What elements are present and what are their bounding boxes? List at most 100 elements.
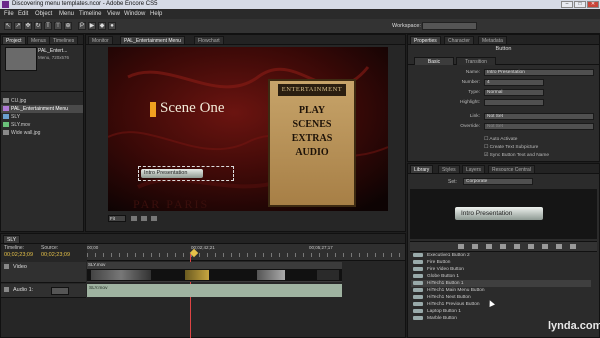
list-item[interactable]: Laptop Button 1 bbox=[411, 308, 591, 315]
text-subpicture-checkbox[interactable]: ☐ Create Text Subpicture bbox=[484, 145, 538, 150]
show-menus-icon[interactable] bbox=[458, 244, 464, 249]
source-timecode[interactable]: 00;02;23;09 bbox=[41, 252, 70, 258]
preview-desc: Menu, 720x576 bbox=[38, 55, 70, 60]
link-label: Link: bbox=[469, 114, 480, 119]
video-track-header: Video bbox=[1, 262, 86, 283]
tab-menu-editor[interactable]: PAL_Entertainment Menu bbox=[120, 36, 185, 44]
tab-styles[interactable]: Styles bbox=[438, 165, 460, 173]
close-button[interactable]: ✕ bbox=[587, 1, 599, 8]
highlight-label: Highlight: bbox=[460, 100, 480, 105]
button-item-icon bbox=[413, 252, 423, 257]
place-icon[interactable] bbox=[542, 244, 548, 249]
edit-in-photoshop-icon[interactable]: P bbox=[78, 22, 86, 30]
show-buttons-icon[interactable] bbox=[472, 244, 478, 249]
video-clip[interactable]: SLY.mov bbox=[87, 262, 342, 282]
type-select[interactable]: Normal bbox=[484, 89, 544, 96]
list-item[interactable]: Globe Button 1 bbox=[411, 273, 591, 280]
set-label: Set: bbox=[448, 179, 457, 185]
list-item[interactable]: Wide wall.jpg bbox=[3, 129, 40, 137]
tab-properties[interactable]: Properties bbox=[410, 36, 441, 44]
list-item[interactable]: Fire Button bbox=[411, 259, 591, 266]
speaker-icon[interactable] bbox=[4, 287, 9, 292]
menu-window[interactable]: Window bbox=[124, 11, 145, 17]
list-item[interactable]: HiTech1 Previous Button bbox=[411, 301, 591, 308]
list-item[interactable]: SLY bbox=[3, 113, 20, 121]
timeline-timecode[interactable]: 00;02;23;09 bbox=[4, 252, 33, 258]
rotate-tool-icon[interactable]: ↻ bbox=[34, 22, 42, 30]
time-ruler[interactable]: 00;00 00;02;42;21 00;05;27;17 bbox=[87, 244, 405, 261]
menu-item-play[interactable]: PLAY bbox=[268, 104, 356, 118]
sync-button-name-checkbox[interactable]: ☑ Sync Button Text and Name bbox=[484, 153, 549, 158]
move-tool-icon[interactable]: ✥ bbox=[24, 22, 32, 30]
auto-activate-checkbox[interactable]: ☐ Auto Activate bbox=[484, 137, 517, 142]
tab-menus[interactable]: Menus bbox=[27, 36, 51, 44]
workspace-select[interactable] bbox=[422, 22, 477, 30]
zoom-select[interactable]: Fit bbox=[108, 215, 126, 222]
menu-item-extras[interactable]: EXTRAS bbox=[268, 132, 356, 146]
menu-file[interactable]: File bbox=[4, 11, 14, 17]
tab-layers[interactable]: Layers bbox=[462, 165, 486, 173]
audio-track-header: Audio 1: bbox=[1, 284, 86, 298]
name-field[interactable]: Intro Presentation bbox=[484, 69, 594, 76]
build-icon[interactable]: ● bbox=[108, 22, 116, 30]
safe-area-icon[interactable] bbox=[131, 216, 137, 221]
preview-button: Intro Presentation bbox=[455, 207, 543, 220]
menu-canvas[interactable]: ENTERTAINMENT PLAY SCENES EXTRAS AUDIO S… bbox=[108, 47, 388, 211]
intro-presentation-button[interactable]: Intro Presentation bbox=[141, 169, 203, 178]
show-images-icon[interactable] bbox=[486, 244, 492, 249]
vertical-text-tool-icon[interactable]: ⊤ bbox=[54, 22, 62, 30]
menu-help[interactable]: Help bbox=[150, 11, 162, 17]
source-label: Source: bbox=[41, 245, 59, 251]
tab-flowchart[interactable]: Flowchart bbox=[194, 36, 224, 44]
list-item[interactable]: SLY.mov bbox=[3, 121, 30, 129]
audio-language-select[interactable] bbox=[51, 287, 69, 295]
menu-view[interactable]: View bbox=[107, 11, 120, 17]
show-routing-icon[interactable] bbox=[141, 216, 147, 221]
text-tool-icon[interactable]: T bbox=[44, 22, 52, 30]
link-field[interactable]: Not Set bbox=[484, 113, 594, 120]
render-icon[interactable]: ◆ bbox=[98, 22, 106, 30]
menu-menu[interactable]: Menu bbox=[59, 11, 74, 17]
replace-icon[interactable] bbox=[556, 244, 562, 249]
menu-item-scenes[interactable]: SCENES bbox=[268, 118, 356, 132]
preview-icon[interactable]: ▶ bbox=[88, 22, 96, 30]
tab-transition[interactable]: Transition bbox=[456, 57, 496, 65]
delete-icon[interactable] bbox=[570, 244, 576, 249]
tab-project[interactable]: Project bbox=[2, 36, 26, 44]
menu-object[interactable]: Object bbox=[35, 11, 52, 17]
tab-timelines[interactable]: Timelines bbox=[49, 36, 79, 44]
list-item[interactable]: Fire Video Button bbox=[411, 266, 591, 273]
list-item[interactable]: HiTech1 Main Menu Button bbox=[411, 287, 591, 294]
zoom-tool-icon[interactable]: ⊕ bbox=[64, 22, 72, 30]
tab-resource-central[interactable]: Resource Central bbox=[488, 165, 535, 173]
tab-library[interactable]: Library bbox=[410, 165, 434, 173]
number-select[interactable]: 4 bbox=[484, 79, 544, 86]
tab-character[interactable]: Character bbox=[444, 36, 474, 44]
menu-edit[interactable]: Edit bbox=[18, 11, 28, 17]
minimize-button[interactable]: – bbox=[561, 1, 573, 8]
video-clip-label: SLY.mov bbox=[88, 262, 106, 267]
maximize-button[interactable]: □ bbox=[574, 1, 586, 8]
highlight-select[interactable] bbox=[484, 99, 544, 106]
menu-item-audio[interactable]: AUDIO bbox=[268, 146, 356, 160]
list-item[interactable]: HiTech1 Button 1 bbox=[411, 280, 591, 287]
tab-sly[interactable]: SLY bbox=[3, 235, 21, 243]
track-visibility-icon[interactable] bbox=[4, 264, 9, 269]
direct-select-tool-icon[interactable]: ↗ bbox=[14, 22, 22, 30]
override-field[interactable]: Not Set bbox=[484, 123, 594, 130]
audio-clip[interactable]: SLY.mov bbox=[87, 284, 342, 297]
tab-metadata[interactable]: Metadata bbox=[478, 36, 507, 44]
list-item[interactable]: PAL_Entertainment Menu bbox=[1, 105, 83, 113]
menu-timeline[interactable]: Timeline bbox=[79, 11, 101, 17]
selection-tool-icon[interactable]: ↖ bbox=[4, 22, 12, 30]
tab-monitor[interactable]: Monitor bbox=[88, 36, 113, 44]
list-item[interactable]: HiTech1 Next Button bbox=[411, 294, 591, 301]
show-text-icon[interactable] bbox=[500, 244, 506, 249]
list-item[interactable]: Executive1 Button 2 bbox=[411, 252, 591, 259]
new-folder-icon[interactable] bbox=[514, 244, 520, 249]
set-select[interactable]: Corporate bbox=[463, 178, 533, 185]
list-item[interactable]: CU.jpg bbox=[3, 97, 26, 105]
new-item-icon[interactable] bbox=[528, 244, 534, 249]
tab-basic[interactable]: Basic bbox=[414, 57, 454, 65]
subpicture-icon[interactable] bbox=[151, 216, 157, 221]
